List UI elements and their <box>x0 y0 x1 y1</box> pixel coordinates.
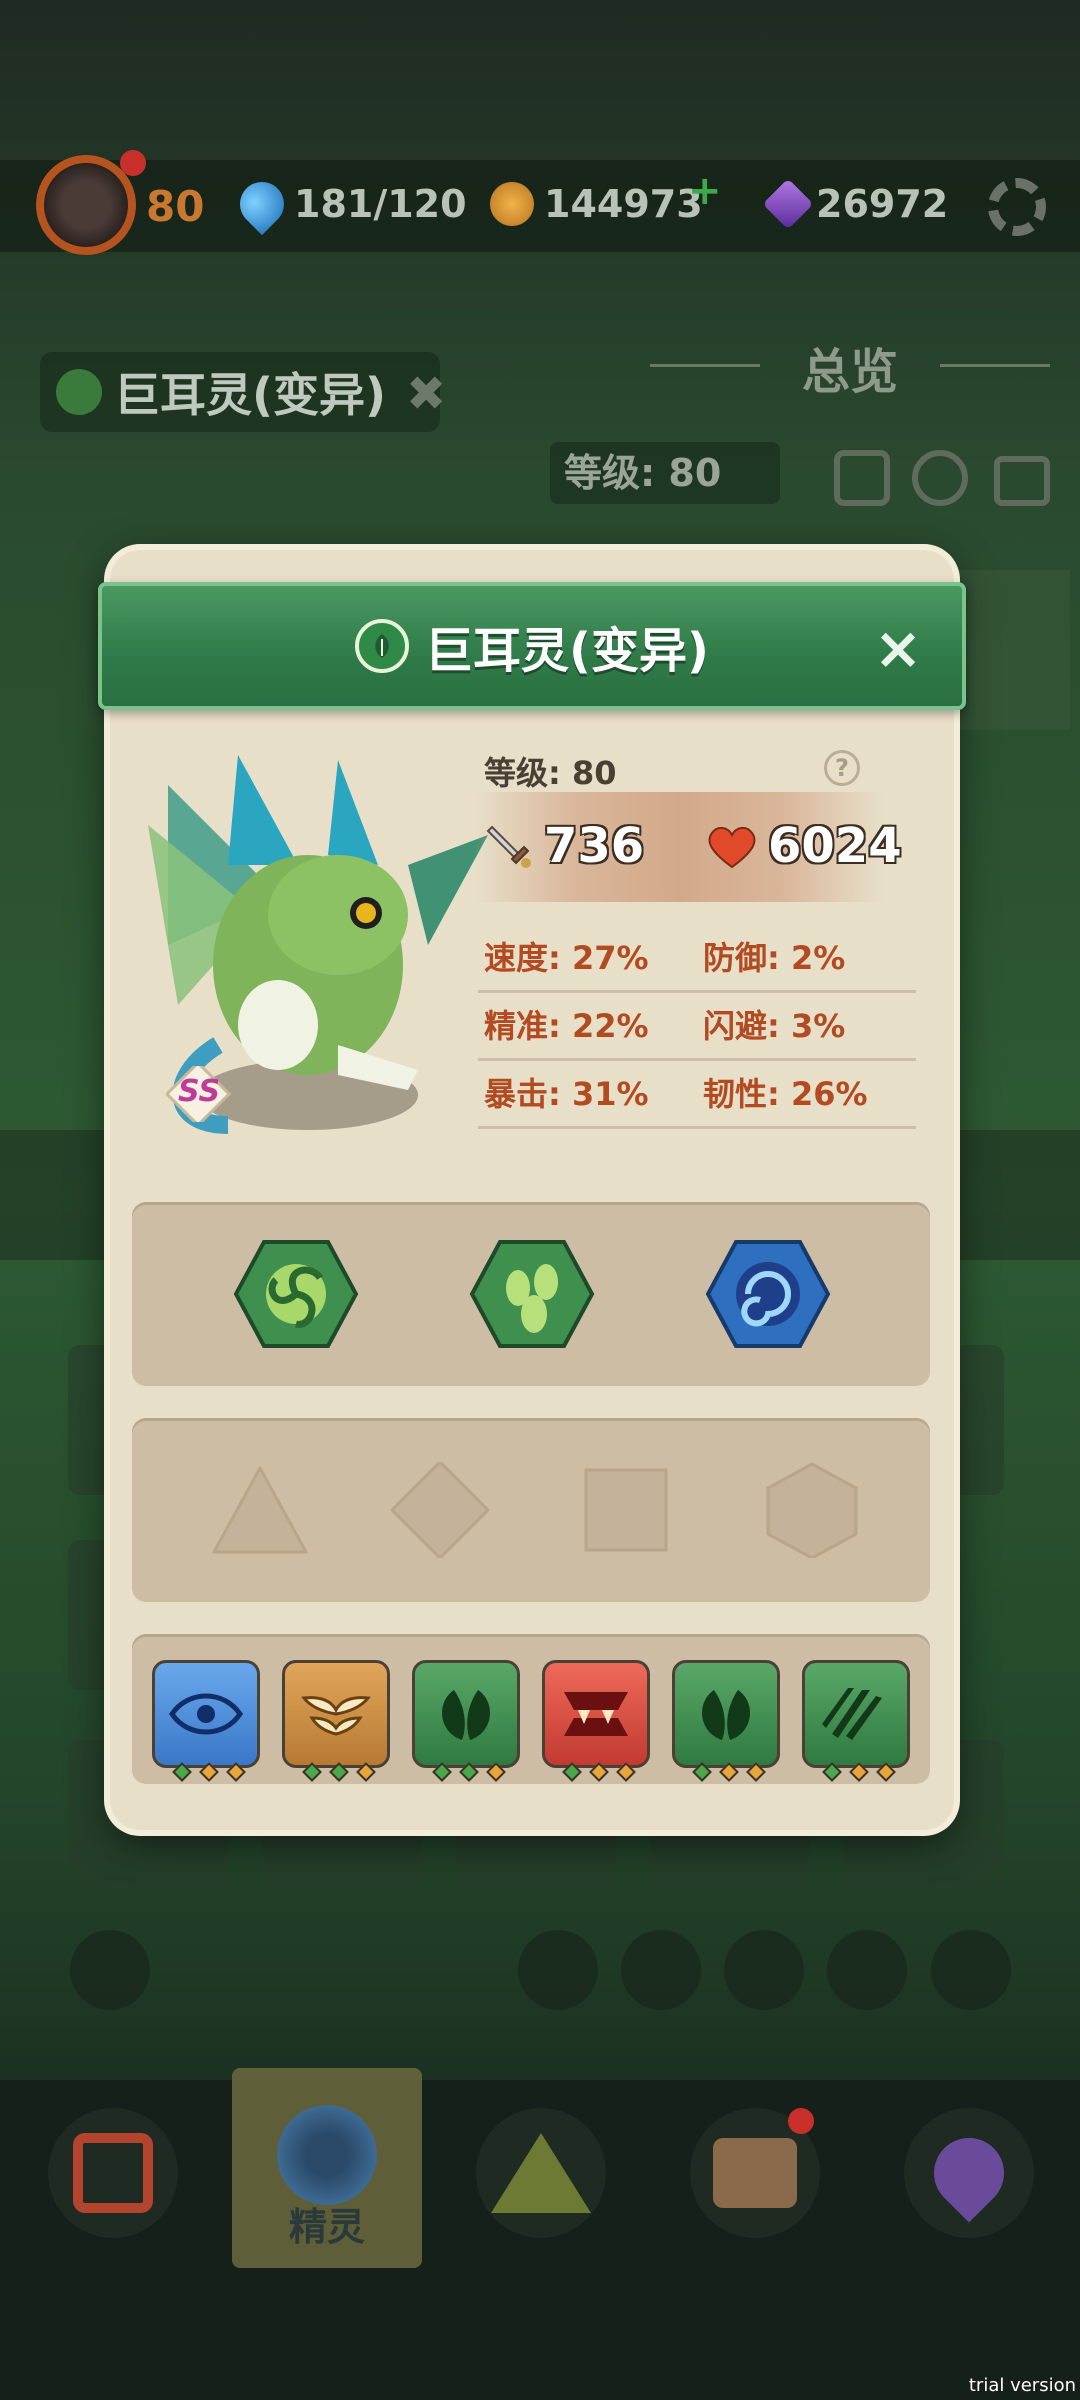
creature-card[interactable] <box>954 1345 1004 1495</box>
modal-title: 巨耳灵(变异) <box>425 623 709 679</box>
nav-tab-map[interactable] <box>904 2108 1034 2238</box>
skills-panel <box>132 1202 930 1386</box>
creature-illustration <box>148 755 488 1134</box>
trait-claw-slash[interactable] <box>802 1660 910 1782</box>
heart-icon <box>708 827 756 869</box>
gold-value: 144973 <box>544 182 703 226</box>
paw-coin-icon <box>490 182 534 226</box>
trait-leaf-pair[interactable] <box>412 1660 520 1782</box>
ice-icon[interactable] <box>621 1930 702 2010</box>
gem-value: 26972 <box>816 182 949 226</box>
leaf-swirl-icon <box>233 1240 359 1348</box>
lightning-icon[interactable] <box>930 1930 1011 2010</box>
leaf-icon[interactable] <box>724 1930 805 2010</box>
diamond-slot-icon[interactable] <box>388 1460 492 1562</box>
gem-icon <box>762 178 814 230</box>
lock-icon[interactable] <box>994 456 1050 506</box>
location-pin-icon <box>919 2123 1019 2223</box>
mountain-icon <box>491 2133 591 2213</box>
gold-resource[interactable]: 144973 <box>490 182 703 226</box>
triangle-slot-icon[interactable] <box>208 1462 312 1562</box>
speed-stat: 速度: 27% <box>484 939 649 977</box>
eye-icon <box>168 1693 244 1735</box>
clear-filter-icon[interactable] <box>70 1930 150 2010</box>
defense-stat: 防御: 2% <box>703 939 846 977</box>
modal-level: 等级: 80 <box>484 754 617 792</box>
earth-icon[interactable] <box>827 1930 908 2010</box>
rank-badge: SS <box>164 1060 236 1128</box>
modal-header: 巨耳灵(变异) <box>98 582 966 710</box>
skill-leaf-swirl[interactable] <box>232 1238 360 1350</box>
hp-value: 6024 <box>768 818 902 874</box>
console-icon <box>73 2133 153 2213</box>
skill-seeds[interactable] <box>468 1238 596 1350</box>
creature-name-bar: 巨耳灵(变异) <box>40 352 440 432</box>
hp-stat: 6024 <box>706 818 902 874</box>
trait-eye[interactable] <box>152 1660 260 1782</box>
attack-stat: 736 <box>484 818 644 874</box>
sword-icon <box>486 825 531 868</box>
water-resource[interactable]: 181/120 <box>230 172 467 236</box>
element-filter-row <box>70 1930 1030 2010</box>
close-button[interactable]: × <box>870 619 926 677</box>
trait-wings[interactable] <box>282 1660 390 1782</box>
player-level: 80 <box>146 182 205 231</box>
creature-name: 巨耳灵(变异) <box>114 368 387 422</box>
close-icon[interactable]: ✖ <box>406 366 446 422</box>
gear-icon[interactable] <box>988 178 1046 236</box>
traits-panel <box>132 1634 930 1784</box>
trait-leaf-pair[interactable] <box>672 1660 780 1782</box>
player-avatar[interactable] <box>36 155 136 255</box>
equipment-slots-panel <box>132 1418 930 1602</box>
skill-vortex[interactable] <box>704 1238 832 1350</box>
seeds-icon <box>469 1240 595 1348</box>
water-drop-icon <box>230 172 294 236</box>
claw-slash-icon <box>822 1688 882 1740</box>
attack-value: 736 <box>544 818 645 874</box>
hexagon-slot-icon[interactable] <box>760 1462 864 1562</box>
stat-row: 速度: 27% 防御: 2% <box>478 922 916 993</box>
fangs-icon <box>564 1692 628 1736</box>
water-value: 181/120 <box>294 182 467 226</box>
leaf-pair-icon <box>702 1690 750 1740</box>
wings-icon <box>301 1696 371 1736</box>
notification-dot <box>788 2108 814 2134</box>
view-icon[interactable] <box>912 450 968 506</box>
vortex-icon <box>277 2105 377 2205</box>
watermark: trial version <box>968 2375 1076 2396</box>
evasion-stat: 闪避: 3% <box>703 1007 846 1045</box>
level-label: 等级: 80 <box>550 442 780 504</box>
chest-icon <box>713 2138 797 2208</box>
leaf-pair-icon <box>442 1690 490 1740</box>
creature-portrait <box>108 745 488 1145</box>
play-icon[interactable] <box>834 450 890 506</box>
nav-tab-battle[interactable] <box>48 2108 178 2238</box>
notification-dot <box>120 150 146 176</box>
stat-row: 暴击: 31% 韧性: 26% <box>478 1058 916 1129</box>
fire-icon[interactable] <box>518 1930 599 2010</box>
help-button[interactable]: ? <box>824 750 860 786</box>
overview-heading: 总览 <box>640 332 1060 402</box>
grass-element-icon <box>355 619 410 673</box>
trait-fangs[interactable] <box>542 1660 650 1782</box>
vortex-icon <box>705 1240 831 1348</box>
rank-label: SS <box>178 1074 221 1109</box>
nav-tab-spirit-label: 精灵 <box>288 2205 365 2249</box>
crit-stat: 暴击: 31% <box>484 1075 649 1113</box>
leaf-icon <box>56 369 102 415</box>
add-gold-button[interactable]: + <box>688 168 722 214</box>
toughness-stat: 韧性: 26% <box>703 1075 868 1113</box>
square-slot-icon[interactable] <box>574 1462 678 1562</box>
side-panel <box>950 570 1070 730</box>
accuracy-stat: 精准: 22% <box>484 1007 649 1045</box>
gem-resource[interactable]: 26972 <box>762 178 949 230</box>
stat-row: 精准: 22% 闪避: 3% <box>478 990 916 1061</box>
nav-tab-explore[interactable] <box>476 2108 606 2238</box>
